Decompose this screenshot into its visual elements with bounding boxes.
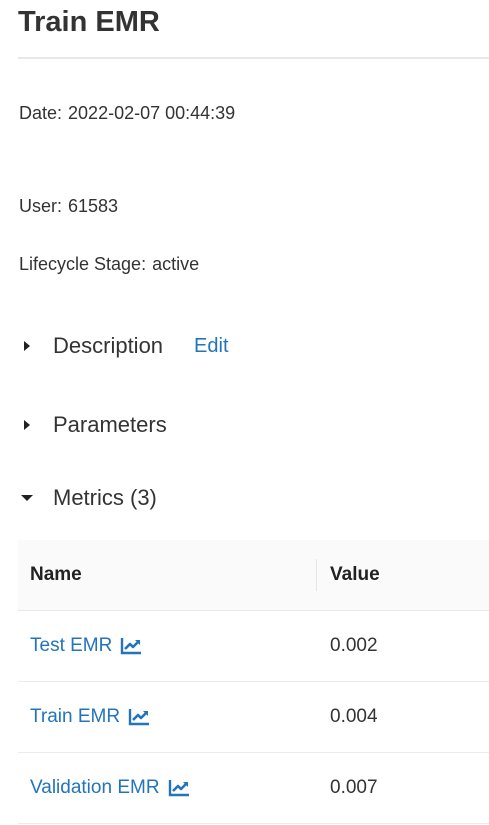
table-row: Train EMR 0.004 xyxy=(18,682,489,753)
user-row: User: 61583 xyxy=(19,194,118,218)
user-label: User: xyxy=(19,196,63,216)
description-edit-link[interactable]: Edit xyxy=(194,335,228,358)
lifecycle-label: Lifecycle Stage: xyxy=(19,254,147,274)
run-detail-page: Train EMR Date: 2022-02-07 00:44:39 User:… xyxy=(0,0,489,825)
parameters-label: Parameters xyxy=(53,412,167,437)
metric-value: 0.004 xyxy=(330,706,378,727)
title-divider xyxy=(18,57,489,59)
table-row: Test EMR 0.002 xyxy=(18,611,489,682)
date-row: Date: 2022-02-07 00:44:39 xyxy=(19,101,235,125)
metric-link-test-emr[interactable]: Test EMR xyxy=(30,611,142,681)
lifecycle-row: Lifecycle Stage: active xyxy=(19,252,199,276)
description-label: Description xyxy=(53,333,164,358)
metric-name: Test EMR xyxy=(30,635,113,656)
metric-name: Train EMR xyxy=(30,706,121,727)
metrics-label: Metrics (3) xyxy=(53,485,157,510)
caret-right-icon xyxy=(19,338,35,354)
metric-name: Validation EMR xyxy=(30,777,160,798)
caret-down-icon xyxy=(19,490,35,506)
metrics-table: Name Value Test EMR 0.002 Train EMR 0.00… xyxy=(18,540,489,824)
table-row: Validation EMR 0.007 xyxy=(18,753,489,824)
metric-link-validation-emr[interactable]: Validation EMR xyxy=(30,753,190,823)
metric-value: 0.002 xyxy=(330,635,378,656)
metric-value: 0.007 xyxy=(330,777,378,798)
page-title: Train EMR xyxy=(18,6,160,38)
column-header-value[interactable]: Value xyxy=(330,540,380,610)
date-label: Date: xyxy=(19,103,63,123)
user-value: 61583 xyxy=(68,196,119,216)
metrics-section-header[interactable]: Metrics (3) xyxy=(19,482,157,514)
line-chart-icon[interactable] xyxy=(120,637,142,655)
caret-right-icon xyxy=(19,417,35,433)
table-header: Name Value xyxy=(18,540,489,611)
column-divider xyxy=(316,559,317,591)
line-chart-icon[interactable] xyxy=(168,779,190,797)
metric-link-train-emr[interactable]: Train EMR xyxy=(30,682,150,752)
lifecycle-value: active xyxy=(152,254,200,274)
line-chart-icon[interactable] xyxy=(128,708,150,726)
column-header-name[interactable]: Name xyxy=(30,540,82,610)
description-section-header[interactable]: Description Edit xyxy=(19,330,229,362)
date-value: 2022-02-07 00:44:39 xyxy=(68,103,236,123)
parameters-section-header[interactable]: Parameters xyxy=(19,409,167,441)
